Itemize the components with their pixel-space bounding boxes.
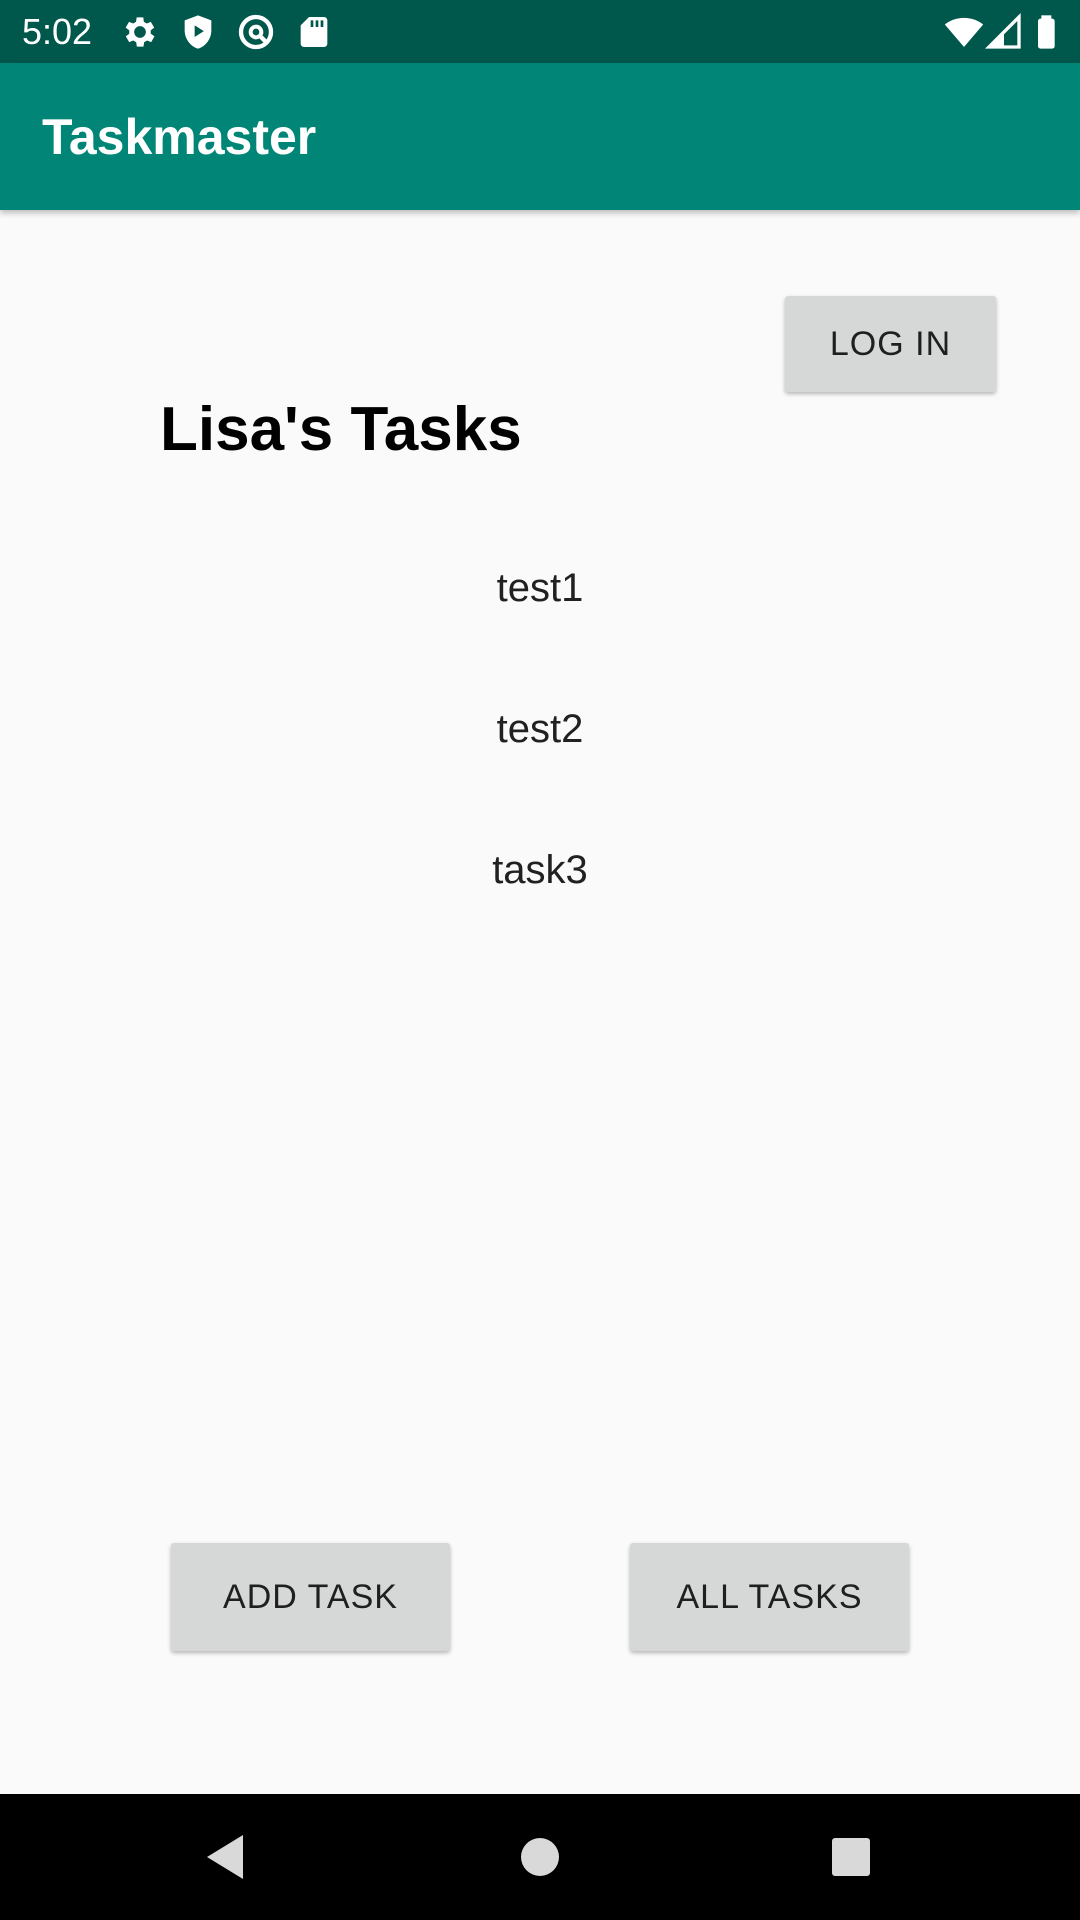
cell-signal-icon bbox=[984, 12, 1024, 52]
screen: 5:02 Taskmaster LOG IN Lisa's Tasks test… bbox=[0, 0, 1080, 1920]
at-sync-icon bbox=[236, 12, 276, 52]
recents-icon[interactable] bbox=[816, 1822, 886, 1892]
task-list: test1 test2 task3 bbox=[0, 550, 1080, 973]
home-icon[interactable] bbox=[505, 1822, 575, 1892]
wifi-icon bbox=[944, 12, 984, 52]
all-tasks-button[interactable]: ALL TASKS bbox=[630, 1543, 909, 1651]
sd-card-icon bbox=[294, 12, 334, 52]
status-bar: 5:02 bbox=[0, 0, 1080, 63]
task-item[interactable]: test2 bbox=[0, 691, 1080, 832]
page-title: Lisa's Tasks bbox=[160, 395, 522, 464]
task-item[interactable]: task3 bbox=[0, 832, 1080, 973]
gear-icon bbox=[120, 12, 160, 52]
task-item[interactable]: test1 bbox=[0, 550, 1080, 691]
app-title: Taskmaster bbox=[42, 109, 317, 165]
back-icon[interactable] bbox=[190, 1822, 260, 1892]
shield-play-icon bbox=[178, 12, 218, 52]
battery-icon bbox=[1028, 12, 1068, 52]
add-task-button[interactable]: ADD TASK bbox=[171, 1543, 450, 1651]
app-bar: Taskmaster bbox=[0, 63, 1080, 210]
navigation-bar bbox=[0, 1794, 1080, 1920]
status-time: 5:02 bbox=[22, 11, 93, 52]
login-button[interactable]: LOG IN bbox=[785, 296, 996, 392]
